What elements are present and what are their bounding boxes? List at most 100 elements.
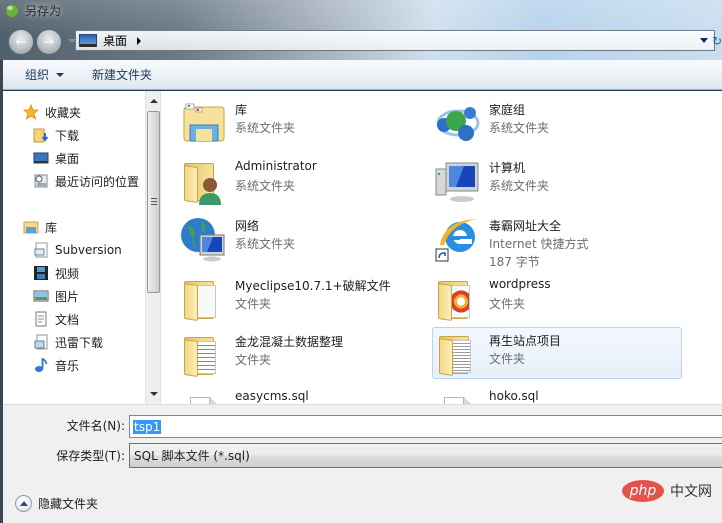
nav-item-recent-places[interactable]: 最近访问的位置 (33, 170, 139, 192)
folder-icon (435, 330, 483, 378)
app-icon (6, 3, 18, 17)
recent-places-icon (34, 174, 48, 188)
picture-icon (33, 290, 49, 302)
refresh-icon[interactable]: ↻ (712, 34, 722, 48)
item-type: 文件夹 (489, 297, 526, 311)
nav-item-documents[interactable]: 文档 (33, 308, 79, 330)
nav-favorites[interactable]: 收藏夹 (23, 101, 81, 123)
user-folder-icon (180, 157, 228, 205)
nav-item-videos[interactable]: 视频 (33, 262, 79, 284)
nav-item-subversion[interactable]: Subversion (33, 239, 122, 261)
organize-label: 组织 (25, 68, 50, 82)
arrow-right-icon: → (43, 34, 55, 50)
chevron-up-icon (15, 495, 32, 512)
item-type: Internet 快捷方式 (489, 237, 589, 251)
music-icon (35, 357, 48, 372)
new-folder-button[interactable]: 新建文件夹 (86, 66, 158, 83)
libraries-icon (183, 103, 225, 142)
item-name: wordpress (489, 277, 551, 291)
item-type: 文件夹 (489, 352, 526, 366)
file-item-libraries[interactable]: 库 系统文件夹 (166, 97, 416, 147)
nav-item-label: 最近访问的位置 (55, 174, 140, 189)
item-type: 文件夹 (235, 353, 272, 367)
hide-folders-button[interactable]: 隐藏文件夹 (15, 495, 98, 512)
file-item-hoko-sql[interactable]: hoko.sql (420, 385, 670, 404)
nav-item-label: 迅雷下载 (55, 335, 104, 350)
folder-icon (180, 275, 228, 323)
back-button[interactable]: ← (8, 29, 34, 55)
nav-item-label: 文档 (55, 312, 80, 327)
ie-shortcut-icon (435, 219, 476, 262)
item-name: Administrator (235, 159, 317, 173)
recent-pages-dropdown[interactable] (68, 39, 76, 43)
scroll-up-icon[interactable] (150, 99, 158, 103)
file-item-homegroup[interactable]: 家庭组 系统文件夹 (420, 97, 670, 147)
hide-folders-label: 隐藏文件夹 (38, 497, 99, 511)
nav-item-label: 下载 (55, 128, 80, 143)
nav-item-label: 桌面 (55, 151, 80, 166)
breadcrumb-chevron-icon[interactable] (137, 36, 142, 45)
item-type: 系统文件夹 (489, 179, 550, 193)
folder-icon (434, 275, 482, 323)
item-name: hoko.sql (489, 389, 539, 403)
filename-input[interactable]: tsp1 (129, 415, 722, 438)
item-type: 系统文件夹 (235, 121, 296, 135)
nav-item-desktop[interactable]: 桌面 (33, 147, 79, 169)
filetype-select[interactable]: SQL 脚本文件 (*.sql) (129, 443, 722, 468)
filename-label: 文件名(N): (66, 419, 125, 433)
item-type: 系统文件夹 (235, 179, 296, 193)
file-item-computer[interactable]: 计算机 系统文件夹 (420, 155, 670, 205)
file-item-jinlong[interactable]: 金龙混凝土数据整理 文件夹 (166, 329, 416, 379)
file-item-wordpress[interactable]: wordpress 文件夹 (420, 273, 670, 323)
forward-button[interactable]: → (36, 29, 62, 55)
organize-button[interactable]: 组织 (19, 66, 70, 83)
network-icon (181, 218, 225, 262)
video-icon (34, 266, 48, 280)
item-name: 再生站点项目 (489, 334, 562, 348)
libraries-icon (23, 221, 39, 234)
item-name: 毒霸网址大全 (489, 219, 562, 233)
library-icon (34, 334, 48, 350)
file-item-administrator[interactable]: Administrator 系统文件夹 (166, 155, 416, 205)
scroll-down-icon[interactable] (150, 392, 158, 396)
filetype-label: 保存类型(T): (56, 449, 125, 463)
nav-item-music[interactable]: 音乐 (33, 354, 79, 376)
nav-item-label: 图片 (55, 289, 80, 304)
nav-item-xunlei-downloads[interactable]: 迅雷下载 (33, 331, 103, 353)
navigation-pane: 收藏夹 下载 桌面 最近访问的位置 库 Subversion 视频 图片 文档 … (3, 91, 145, 404)
address-dropdown-icon[interactable] (700, 38, 708, 43)
item-name: 金龙混凝土数据整理 (235, 335, 344, 349)
sql-file-icon (180, 387, 228, 404)
php-logo: php (622, 480, 664, 502)
nav-item-pictures[interactable]: 图片 (33, 285, 79, 307)
library-icon (34, 242, 48, 258)
file-list: 库 系统文件夹 家庭组 系统文件夹 Administrator 系统文件夹 计算… (166, 91, 722, 404)
file-item-myeclipse[interactable]: Myeclipse10.7.1+破解文件 文件夹 (166, 273, 416, 323)
window-title: 另存为 (25, 4, 62, 18)
file-item-easycms-sql[interactable]: easycms.sql (166, 385, 416, 404)
item-type: 系统文件夹 (489, 121, 550, 135)
chevron-down-icon (56, 72, 65, 77)
computer-icon (435, 162, 479, 202)
address-location[interactable]: 桌面 (103, 32, 127, 49)
desktop-icon (79, 34, 97, 47)
file-item-network[interactable]: 网络 系统文件夹 (166, 213, 416, 263)
new-folder-label: 新建文件夹 (92, 68, 153, 82)
toolbar: 组织 新建文件夹 (3, 60, 722, 90)
filename-value[interactable]: tsp1 (133, 419, 162, 434)
nav-pane-scrollbar[interactable] (145, 91, 160, 404)
nav-libraries[interactable]: 库 (23, 216, 57, 238)
watermark: php 中文网 (622, 480, 712, 502)
navigation-buttons: ← → (6, 29, 76, 55)
scrollbar-thumb[interactable] (147, 111, 160, 293)
desktop-icon (33, 152, 49, 164)
download-folder-icon (33, 128, 49, 143)
address-bar[interactable]: 桌面 ↻ (75, 30, 722, 51)
nav-libraries-label: 库 (45, 220, 58, 235)
nav-item-label: 音乐 (55, 358, 80, 373)
file-item-zaisheng[interactable]: 再生站点项目 文件夹 (432, 327, 682, 379)
nav-item-label: 视频 (55, 266, 80, 281)
item-name: 网络 (235, 219, 260, 233)
nav-item-downloads[interactable]: 下载 (33, 124, 79, 146)
file-item-duba-shortcut[interactable]: 毒霸网址大全 Internet 快捷方式 187 字节 (420, 213, 670, 269)
